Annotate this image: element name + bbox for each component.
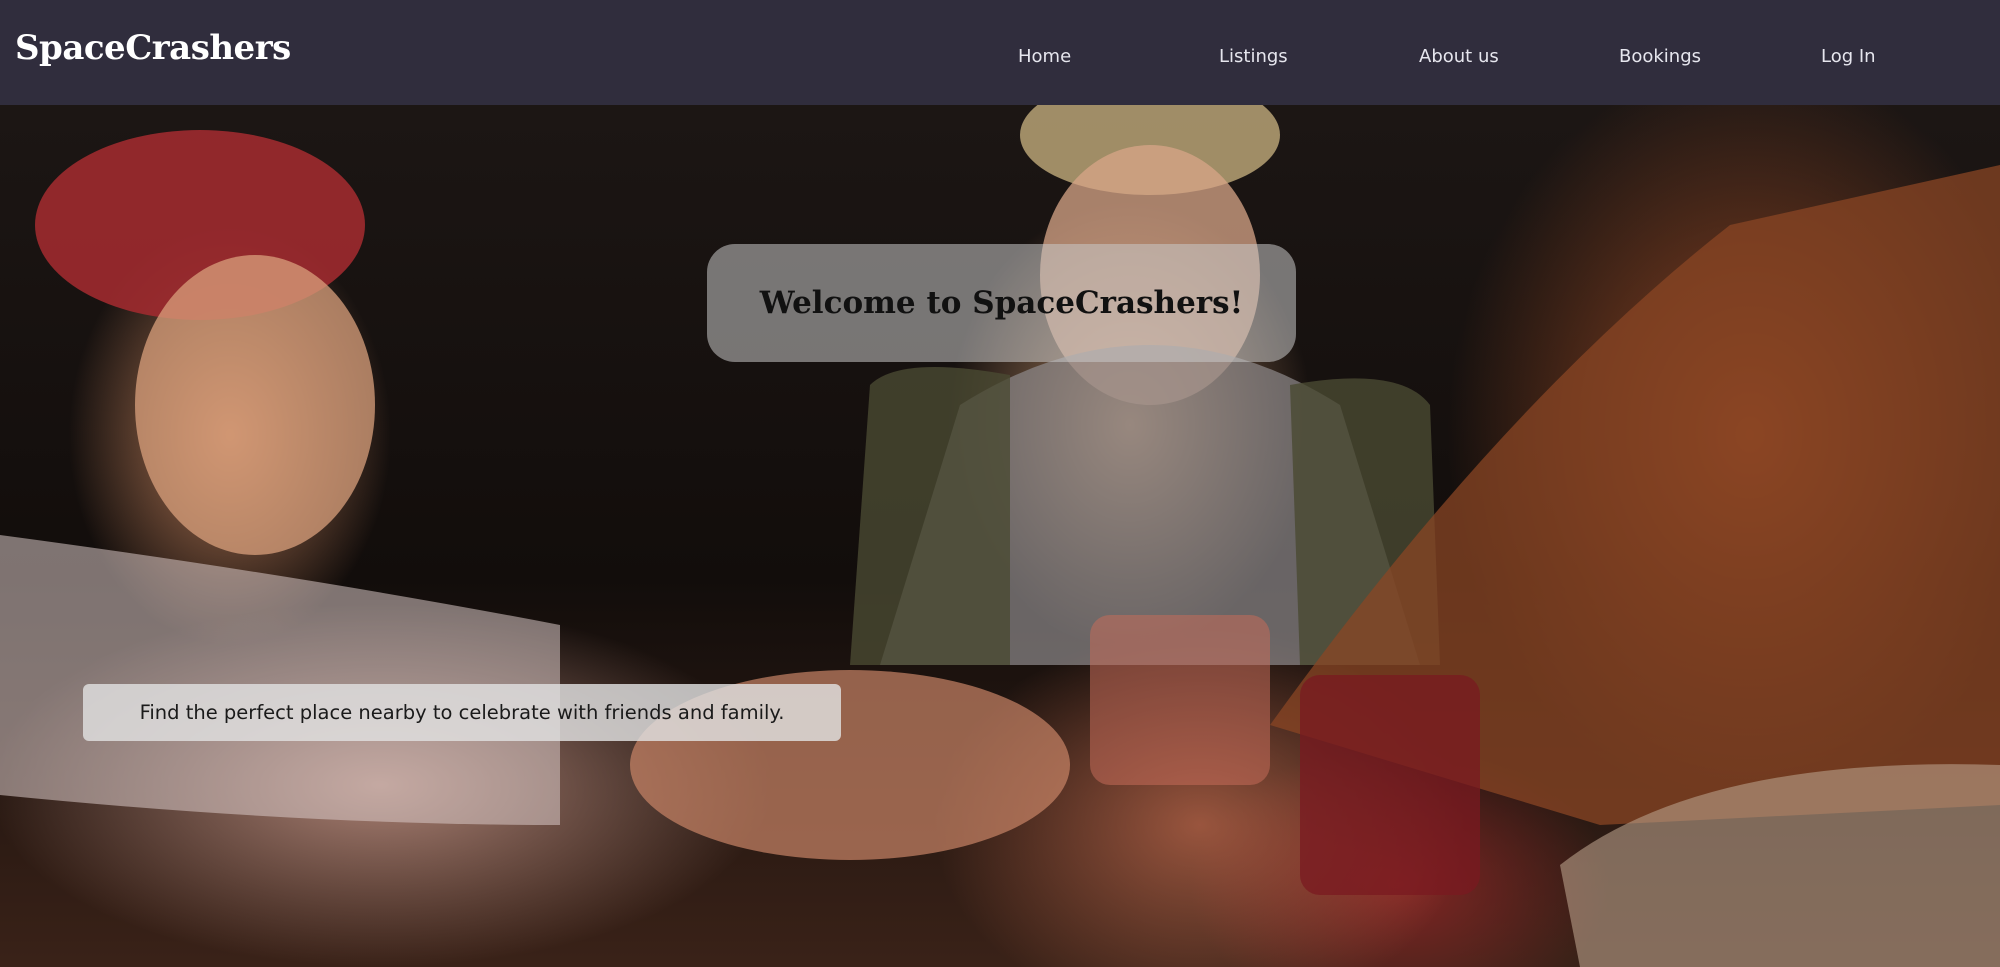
nav-about-link[interactable]: About us xyxy=(1419,46,1499,67)
nav-home-link[interactable]: Home xyxy=(1018,46,1071,67)
nav-bookings-link[interactable]: Bookings xyxy=(1619,46,1701,67)
boy-face-shape xyxy=(135,255,375,555)
glass-shape xyxy=(1090,615,1270,785)
hero-background-photo xyxy=(0,105,2000,967)
red-drink-glass-shape xyxy=(1300,675,1480,895)
welcome-banner: Welcome to SpaceCrashers! xyxy=(707,244,1296,362)
top-navbar: SpaceCrashers Home Listings About us Boo… xyxy=(0,0,2000,105)
welcome-heading: Welcome to SpaceCrashers! xyxy=(759,285,1244,321)
tagline-text: Find the perfect place nearby to celebra… xyxy=(139,701,785,724)
jacket-arm-shape xyxy=(0,535,560,825)
hero-section: Welcome to SpaceCrashers! Find the perfe… xyxy=(0,105,2000,967)
tagline-banner: Find the perfect place nearby to celebra… xyxy=(83,684,841,741)
nav-listings-link[interactable]: Listings xyxy=(1219,46,1288,67)
vest-left-shape xyxy=(850,367,1010,665)
nav-login-link[interactable]: Log In xyxy=(1821,46,1876,67)
brand-logo[interactable]: SpaceCrashers xyxy=(15,28,291,68)
